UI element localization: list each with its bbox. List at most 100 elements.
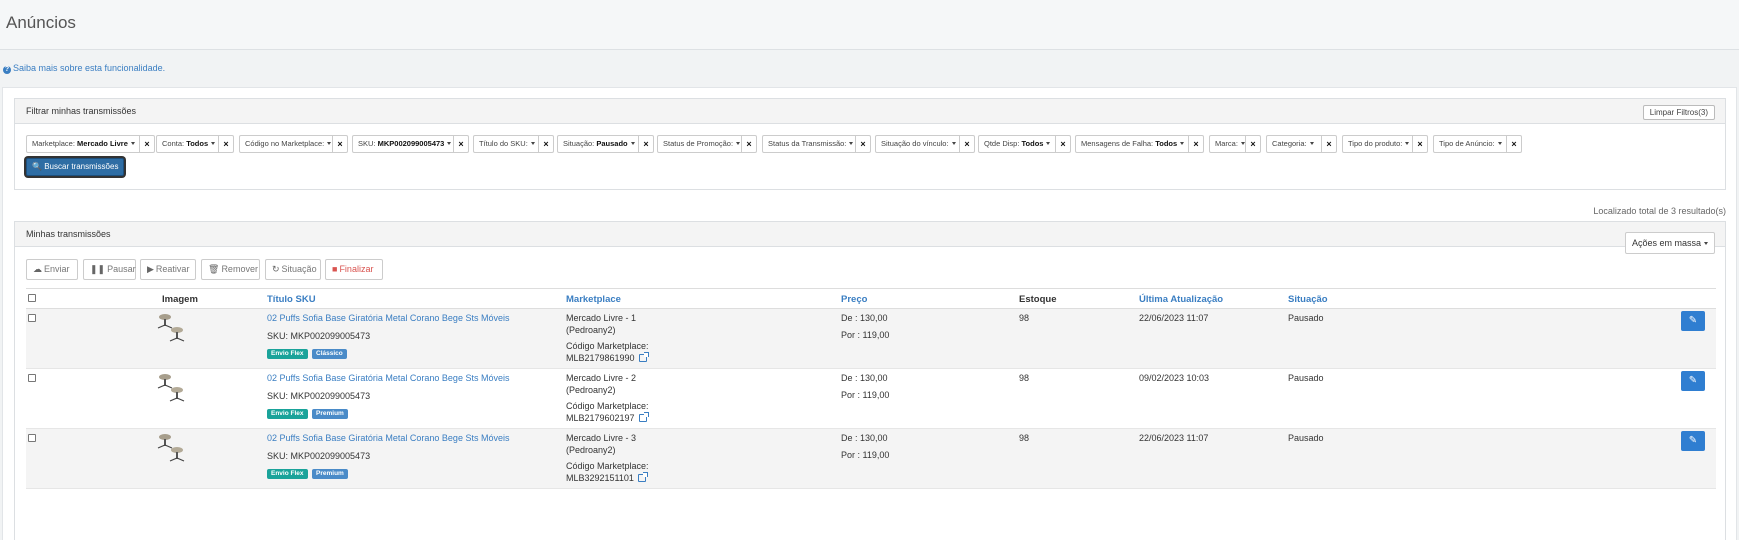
- status-button[interactable]: ↻ Situação: [265, 259, 321, 280]
- filter-chip-dropdown[interactable]: Tipo de Anúncio:: [1433, 135, 1507, 153]
- remove-button[interactable]: 🗑 Remover: [201, 259, 260, 280]
- filter-chip-brand[interactable]: Marca: ×: [1209, 135, 1261, 153]
- filter-chip-promotion-status[interactable]: Status de Promoção: ×: [657, 135, 757, 153]
- edit-button[interactable]: ✎: [1681, 431, 1705, 451]
- row-checkbox[interactable]: [28, 434, 36, 442]
- remove-filter-icon[interactable]: ×: [856, 135, 871, 153]
- remove-filter-icon[interactable]: ×: [639, 135, 654, 153]
- help-link[interactable]: ? Saiba mais sobre esta funcionalidade.: [3, 63, 165, 74]
- reactivate-button[interactable]: ▶ Reativar: [140, 259, 196, 280]
- marketplace-name: Mercado Livre - 3: [566, 433, 637, 443]
- select-all-checkbox[interactable]: [28, 294, 36, 302]
- product-title-link[interactable]: 02 Puffs Sofia Base Giratória Metal Cora…: [267, 373, 509, 383]
- remove-filter-icon[interactable]: ×: [960, 135, 975, 153]
- column-status[interactable]: Situação: [1288, 294, 1328, 305]
- filter-chip-dropdown[interactable]: SKU: MKP002099005473: [352, 135, 454, 153]
- filter-chip-marketplace-code[interactable]: Código no Marketplace: ×: [239, 135, 348, 153]
- filter-chip-dropdown[interactable]: Qtde Disp: Todos: [978, 135, 1056, 153]
- main-content: Filtrar minhas transmissões Limpar Filtr…: [2, 87, 1737, 540]
- marketplace-code-label: Código Marketplace:: [566, 341, 649, 351]
- marketplace-code: MLB3292151101: [566, 473, 634, 483]
- column-last-update[interactable]: Última Atualização: [1139, 294, 1223, 305]
- external-link-icon[interactable]: [638, 412, 649, 422]
- column-marketplace[interactable]: Marketplace: [566, 294, 621, 305]
- filter-chip-dropdown[interactable]: Tipo do produto:: [1342, 135, 1413, 153]
- filter-chip-dropdown[interactable]: Código no Marketplace:: [239, 135, 333, 153]
- send-button[interactable]: ☁ Enviar: [26, 259, 78, 280]
- filter-chip-available-qty[interactable]: Qtde Disp: Todos ×: [978, 135, 1071, 153]
- remove-filter-icon[interactable]: ×: [1056, 135, 1071, 153]
- price-to: Por : 119,00: [841, 450, 890, 460]
- filter-chip-account[interactable]: Conta: Todos ×: [156, 135, 234, 153]
- price-from: De : 130,00: [841, 313, 888, 323]
- row-checkbox[interactable]: [28, 374, 36, 382]
- product-title-link[interactable]: 02 Puffs Sofia Base Giratória Metal Cora…: [267, 433, 509, 443]
- remove-filter-icon[interactable]: ×: [1246, 135, 1261, 153]
- filter-chip-dropdown[interactable]: Marca:: [1209, 135, 1246, 153]
- caret-down-icon: [327, 142, 332, 145]
- filter-chip-dropdown[interactable]: Marketplace: Mercado Livre: [26, 135, 140, 153]
- filter-chip-dropdown[interactable]: Situação: Pausado: [557, 135, 639, 153]
- filter-chip-failure-messages[interactable]: Mensagens de Falha: Todos ×: [1075, 135, 1204, 153]
- remove-filter-icon[interactable]: ×: [333, 135, 348, 153]
- remove-filter-icon[interactable]: ×: [1322, 135, 1337, 153]
- marketplace-account: (Pedroany2): [566, 325, 616, 335]
- filter-chip-dropdown[interactable]: Título do SKU:: [473, 135, 539, 153]
- filter-chip-dropdown[interactable]: Status da Transmissão:: [762, 135, 856, 153]
- filter-chip-transmission-status[interactable]: Status da Transmissão: ×: [762, 135, 871, 153]
- clear-filters-button[interactable]: Limpar Filtros(3): [1642, 105, 1715, 120]
- caret-down-icon: [630, 142, 635, 145]
- remove-filter-icon[interactable]: ×: [1507, 135, 1522, 153]
- filter-chip-sku[interactable]: SKU: MKP002099005473 ×: [352, 135, 469, 153]
- external-link-icon[interactable]: [637, 472, 648, 482]
- filter-chip-dropdown[interactable]: Conta: Todos: [156, 135, 219, 153]
- product-title-link[interactable]: 02 Puffs Sofia Base Giratória Metal Cora…: [267, 313, 509, 323]
- marketplace-code: MLB2179861990: [566, 353, 635, 363]
- remove-filter-icon[interactable]: ×: [1413, 135, 1428, 153]
- bulk-actions-dropdown[interactable]: Ações em massa: [1624, 232, 1715, 254]
- caret-down-icon: [1180, 142, 1185, 145]
- external-link-icon[interactable]: [638, 352, 649, 362]
- table-row: 02 Puffs Sofia Base Giratória Metal Cora…: [26, 429, 1716, 489]
- column-title[interactable]: Título SKU: [267, 294, 316, 305]
- status-value: Pausado: [1288, 433, 1324, 443]
- row-checkbox[interactable]: [28, 314, 36, 322]
- column-image: Imagem: [162, 294, 198, 305]
- remove-filter-icon[interactable]: ×: [140, 135, 155, 153]
- filter-chip-category[interactable]: Categoria: ×: [1266, 135, 1337, 153]
- edit-button[interactable]: ✎: [1681, 311, 1705, 331]
- caret-down-icon: [1046, 142, 1051, 145]
- filter-chip-sku-title[interactable]: Título do SKU: ×: [473, 135, 554, 153]
- filter-chip-status[interactable]: Situação: Pausado ×: [557, 135, 654, 153]
- caret-down-icon: [1405, 142, 1410, 145]
- filter-chip-dropdown[interactable]: Mensagens de Falha: Todos: [1075, 135, 1189, 153]
- remove-filter-icon[interactable]: ×: [454, 135, 469, 153]
- filter-chip-dropdown[interactable]: Situação do vínculo:: [875, 135, 960, 153]
- filter-chip-marketplace[interactable]: Marketplace: Mercado Livre ×: [26, 135, 155, 153]
- caret-down-icon: [211, 142, 216, 145]
- edit-button[interactable]: ✎: [1681, 371, 1705, 391]
- pencil-icon: ✎: [1688, 315, 1698, 326]
- finish-button[interactable]: ■ Finalizar: [325, 259, 383, 280]
- filter-chip-dropdown[interactable]: Categoria:: [1266, 135, 1322, 153]
- remove-filter-icon[interactable]: ×: [539, 135, 554, 153]
- remove-filter-icon[interactable]: ×: [1189, 135, 1204, 153]
- column-price[interactable]: Preço: [841, 294, 867, 305]
- ad-type-badge: Clássico: [312, 349, 347, 359]
- shipping-badge: Envio Flex: [267, 469, 308, 479]
- shipping-badge: Envio Flex: [267, 349, 308, 359]
- page-header: Anúncios: [0, 0, 1739, 50]
- search-transmissions-button[interactable]: 🔍 Buscar transmissões: [26, 158, 125, 176]
- filter-chip-ad-type[interactable]: Tipo de Anúncio: ×: [1433, 135, 1522, 153]
- marketplace-name: Mercado Livre - 1: [566, 313, 637, 323]
- sku-label: SKU: MKP002099005473: [267, 451, 371, 461]
- stock-value: 98: [1019, 313, 1030, 323]
- remove-filter-icon[interactable]: ×: [219, 135, 234, 153]
- filter-chip-product-type[interactable]: Tipo do produto: ×: [1342, 135, 1428, 153]
- remove-filter-icon[interactable]: ×: [742, 135, 757, 153]
- filter-chip-link-status[interactable]: Situação do vínculo: ×: [875, 135, 975, 153]
- filter-chip-dropdown[interactable]: Status de Promoção:: [657, 135, 742, 153]
- ad-type-badge: Premium: [312, 409, 348, 419]
- pause-button[interactable]: ❚❚ Pausar: [83, 259, 136, 280]
- trash-icon: 🗑: [208, 264, 220, 274]
